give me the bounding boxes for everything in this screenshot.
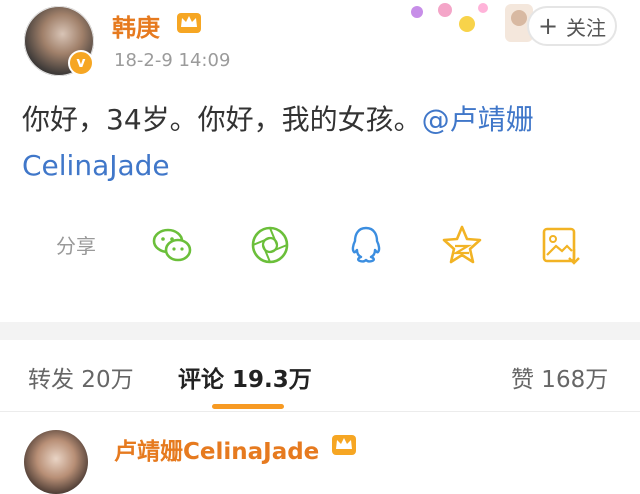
post-text: 你好，34岁。你好，我的女孩。@卢靖姗CelinaJade [22,97,622,189]
author-name[interactable]: 韩庚 [112,8,160,43]
decoration-stickers-icon [411,3,533,42]
tab-repost[interactable]: 转发 20万 [28,360,134,394]
commenter-avatar[interactable] [24,430,88,494]
tab-comments[interactable]: 评论 19.3万 [178,360,312,394]
wechat-icon[interactable] [150,223,194,267]
crown-icon [332,435,356,455]
save-image-icon[interactable] [538,223,582,267]
follow-label: 关注 [566,15,607,40]
section-divider [0,322,640,340]
moments-icon[interactable] [248,223,292,267]
follow-button[interactable]: + 关注 [527,6,617,46]
qq-icon[interactable] [344,223,388,267]
post-timestamp: 18-2-9 14:09 [114,50,231,71]
tabs-separator [0,411,640,412]
crown-icon [177,13,201,33]
share-label: 分享 [56,234,96,258]
tab-likes[interactable]: 赞 168万 [511,360,608,394]
post-body: 你好，34岁。你好，我的女孩。 [22,103,422,136]
active-tab-indicator [212,404,284,409]
qzone-icon[interactable] [440,223,484,267]
plus-icon: + [537,12,559,40]
verified-badge-icon: v [68,50,94,76]
commenter-name[interactable]: 卢靖姗CelinaJade [114,432,319,466]
